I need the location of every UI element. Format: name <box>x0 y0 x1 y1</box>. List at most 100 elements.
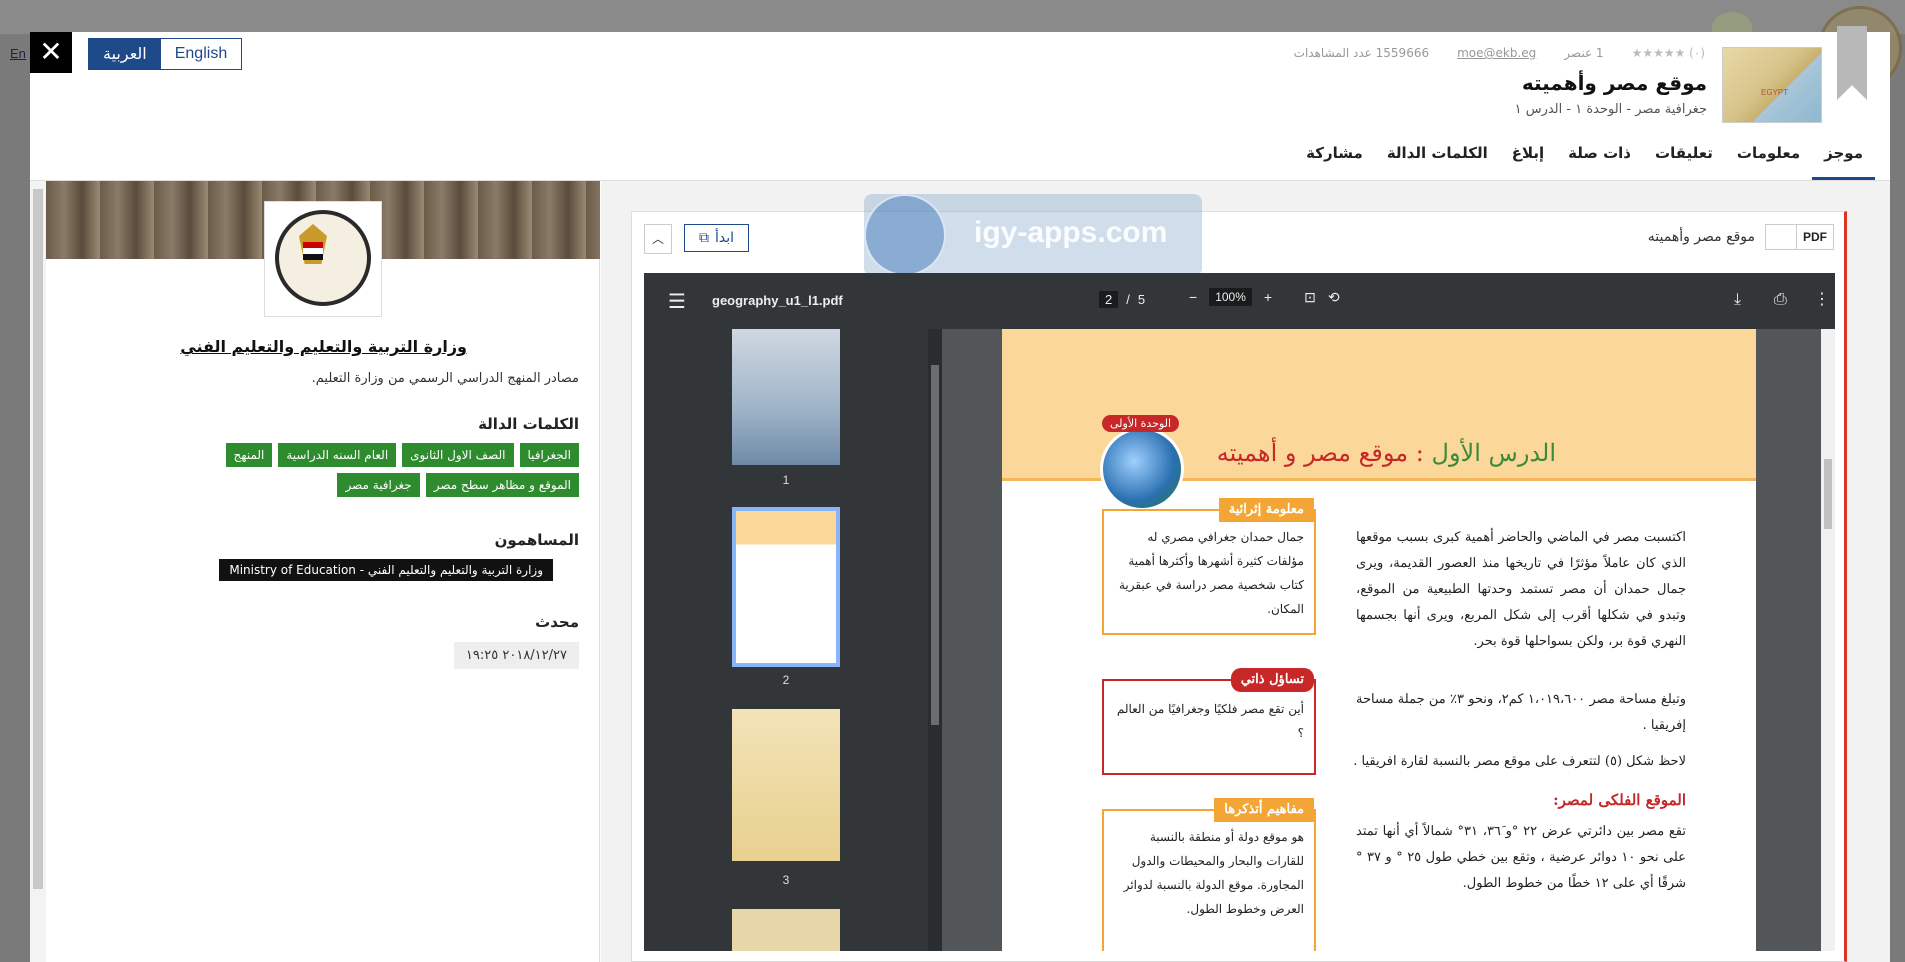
language-switch: العربية English <box>88 38 243 70</box>
pdf-badge-blank <box>1766 225 1796 249</box>
keyword-tag[interactable]: المنهج <box>225 443 273 467</box>
tab-info[interactable]: معلومات <box>1725 140 1812 180</box>
page-number-input[interactable]: 2 <box>1099 291 1119 308</box>
box-body: أين تقع مصر فلكيًا وجغرافيًا من العالم ؟ <box>1116 702 1304 740</box>
element-count: 1 عنصر <box>1564 46 1604 60</box>
contributor-badge: وزارة التربية والتعليم والتعليم الفني - … <box>219 559 553 581</box>
page-total: 5 <box>1137 292 1146 307</box>
page-thumbnail[interactable] <box>732 329 840 465</box>
rating-stars[interactable]: (٠) ★★★★★ <box>1632 46 1705 60</box>
globe-image <box>1100 427 1184 511</box>
meta-row: (٠) ★★★★★ 1 عنصر moe@ekb.eg 1559666 عدد … <box>1294 46 1705 60</box>
lang-arabic-button[interactable]: العربية <box>89 39 161 69</box>
lesson-separator: : <box>1415 439 1424 467</box>
paragraph: تقع مصر بين دائرتي عرض ٢٢ °و ٣٦َ، ٣١° شم… <box>1356 824 1686 891</box>
menu-icon[interactable]: ☰ <box>668 289 686 313</box>
pdf-toolbar: ☰ geography_u1_l1.pdf 2 / 5 − 100% + ⊡ ⟲… <box>644 273 1835 329</box>
publisher-name-link[interactable]: وزارة التربية والتعليم والتعليم الفني <box>180 337 467 356</box>
resource-thumbnail: EGYPT <box>1722 47 1822 123</box>
pdf-page: الوحدة الأولى الدرس الأول : موقع مصر و أ… <box>1002 329 1756 951</box>
tab-summary[interactable]: موجز <box>1812 140 1875 180</box>
paragraph: وتبلغ مساحة مصر ١،٠١٩،٦٠٠ كم٢، ونحو ٣٪ م… <box>1356 692 1686 733</box>
keywords-heading: الكلمات الدالة <box>478 415 579 433</box>
lesson-name: موقع مصر و أهميته <box>1216 439 1409 467</box>
zoom-out-icon[interactable]: − <box>1189 289 1197 305</box>
page-canvas: الوحدة الأولى الدرس الأول : موقع مصر و أ… <box>942 329 1835 951</box>
viewer-card: PDF موقع مصر وأهميته ︿ ⧉ ابدأ igy-apps.c… <box>631 194 1847 962</box>
tab-bar: موجز معلومات تعليقات ذات صلة إبلاغ الكلم… <box>1294 140 1875 180</box>
keyword-tag[interactable]: الجغرافيا <box>519 443 579 467</box>
thumbnail-number: 2 <box>782 673 790 687</box>
section-heading: الموقع الفلكى لمصر: <box>1553 791 1686 809</box>
watermark: igy-apps.com <box>864 194 1202 276</box>
page-thumbnail[interactable] <box>732 909 840 951</box>
box-heading: تساؤل ذاتي <box>1230 668 1314 692</box>
box-heading: مفاهيم أتذكرها <box>1214 798 1314 822</box>
publisher-email-link[interactable]: moe@ekb.eg <box>1457 46 1536 60</box>
page-thumbnail-selected[interactable] <box>732 507 840 667</box>
tab-comments[interactable]: تعليقات <box>1643 140 1725 180</box>
zoom-level[interactable]: 100% <box>1209 288 1252 306</box>
zoom-controls: − 100% + ⊡ ⟲ <box>1189 288 1340 306</box>
lang-english-button[interactable]: English <box>160 39 242 69</box>
background-language-link[interactable]: En <box>10 46 26 61</box>
print-icon[interactable]: ⎙ <box>1774 289 1787 309</box>
pdf-viewer: ☰ geography_u1_l1.pdf 2 / 5 − 100% + ⊡ ⟲… <box>644 273 1835 951</box>
background-strip <box>0 0 1905 34</box>
more-options-icon[interactable]: ⋮ <box>1814 289 1830 308</box>
map-label: EGYPT <box>1761 88 1789 97</box>
lesson-title: الدرس الأول : موقع مصر و أهميته <box>1217 439 1556 467</box>
thumbnail-number: 3 <box>782 873 790 887</box>
page-scrollbar-thumb[interactable] <box>1824 459 1832 529</box>
left-scrollbar-thumb[interactable] <box>33 189 43 889</box>
flag-icon <box>303 242 323 260</box>
watermark-text: igy-apps.com <box>974 216 1168 249</box>
keyword-tag[interactable]: الموقع و مظاهر سطح مصر <box>425 473 579 497</box>
keyword-tag[interactable]: جغرافية مصر <box>337 473 420 497</box>
viewer-area: PDF موقع مصر وأهميته ︿ ⧉ ابدأ igy-apps.c… <box>601 181 1890 962</box>
start-button[interactable]: ⧉ ابدأ <box>684 224 750 252</box>
fit-page-icon[interactable]: ⊡ <box>1304 289 1316 306</box>
download-icon[interactable]: ⤓ <box>1734 289 1741 309</box>
document-label-row: PDF موقع مصر وأهميته <box>1648 224 1834 250</box>
lesson-number: الدرس الأول <box>1431 439 1556 467</box>
external-link-icon: ⧉ <box>699 230 709 246</box>
updated-heading: محدث <box>535 613 579 631</box>
pdf-badge: PDF <box>1765 224 1834 250</box>
contributors-heading: المساهمون <box>494 531 579 549</box>
page-thumbnail[interactable] <box>732 709 840 861</box>
thumbnail-scrollbar[interactable] <box>928 329 942 951</box>
tab-report[interactable]: إبلاغ <box>1500 140 1556 180</box>
unit-label: الوحدة الأولى <box>1102 415 1180 432</box>
ministry-logo[interactable] <box>264 201 382 317</box>
logo-ring <box>275 210 371 306</box>
tab-related[interactable]: ذات صلة <box>1556 140 1643 180</box>
zoom-in-icon[interactable]: + <box>1264 289 1272 305</box>
left-scrollbar[interactable] <box>30 181 46 962</box>
collapse-button[interactable]: ︿ <box>644 224 672 254</box>
start-label: ابدأ <box>715 230 735 246</box>
thumbnail-scrollbar-thumb[interactable] <box>931 365 939 725</box>
keyword-tag[interactable]: الصف الاول الثانوى <box>402 443 514 467</box>
tab-share[interactable]: مشاركة <box>1294 140 1375 180</box>
enrichment-box: معلومة إثرائية جمال حمدان جغرافي مصري له… <box>1102 498 1316 635</box>
keyword-tag[interactable]: العام السنه الدراسية <box>278 443 397 467</box>
box-body: جمال حمدان جغرافي مصري له مؤلفات كثيرة أ… <box>1118 530 1304 616</box>
rotate-icon[interactable]: ⟲ <box>1328 289 1340 306</box>
pdf-badge-text: PDF <box>1796 225 1833 249</box>
box-heading: معلومة إثرائية <box>1218 498 1314 522</box>
concepts-box: مفاهيم أتذكرها هو موقع دولة أو منطقة بال… <box>1102 798 1316 951</box>
keyword-tags: الجغرافيا الصف الاول الثانوى العام السنه… <box>159 443 579 497</box>
updated-date: ٢٠١٨/١٢/٢٧ ١٩:٢٥ <box>453 642 579 669</box>
close-button[interactable]: ✕ <box>30 32 72 73</box>
thumbnail-number: 1 <box>782 473 790 487</box>
thumbnail-panel: 1 2 3 <box>644 329 928 951</box>
tab-keywords[interactable]: الكلمات الدالة <box>1375 140 1500 180</box>
page-subtitle: جغرافية مصر - الوحدة ١ - الدرس ١ <box>1514 102 1707 117</box>
page-title: موقع مصر وأهميته <box>1521 71 1707 95</box>
box-body: هو موقع دولة أو منطقة بالنسبة للقارات وا… <box>1123 830 1304 916</box>
page-scrollbar[interactable] <box>1821 329 1835 951</box>
pdf-file-name: geography_u1_l1.pdf <box>712 293 843 308</box>
publisher-description: مصادر المنهج الدراسي الرسمي من وزارة الت… <box>311 371 579 386</box>
paragraph: اكتسبت مصر في الماضي والحاضر أهمية كبرى … <box>1356 530 1686 649</box>
